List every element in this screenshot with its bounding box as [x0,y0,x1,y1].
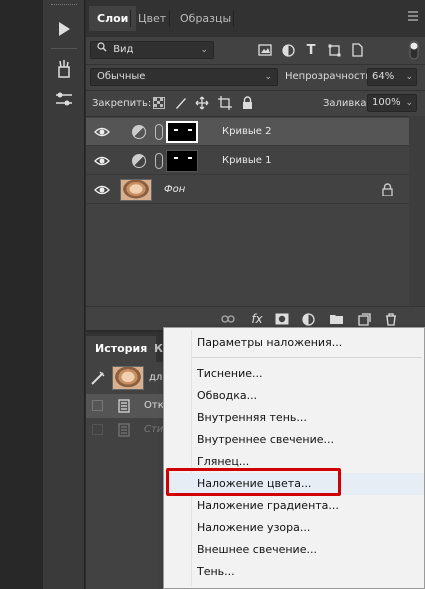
history-state-label: Сти [144,424,164,435]
menu-item-outer-glow[interactable]: Внешнее свечение... [164,539,424,561]
blend-mode-select[interactable]: Обычные ⌄ [90,68,278,86]
eye-icon[interactable] [94,155,110,167]
snapshot-thumbnail [112,366,144,390]
adjustment-layer-icon [132,125,146,139]
fill-value: 100% [372,97,401,108]
menu-item-stroke[interactable]: Обводка... [164,385,424,407]
history-state-label: Отк [144,400,164,411]
history-brush-icon[interactable] [90,370,106,386]
smart-object-filter-icon[interactable] [349,42,365,58]
panel-dock [43,0,85,589]
adjustment-layer-icon [132,154,146,168]
panel-menu-icon[interactable] [407,11,419,24]
lock-icon [382,183,393,199]
menu-item-inner-shadow[interactable]: Внутренняя тень... [164,407,424,429]
lock-position-icon[interactable] [194,95,209,110]
opacity-value: 64% [372,71,395,82]
document-icon [116,398,132,414]
layer-name[interactable]: Фон [164,184,185,195]
brushes-icon[interactable] [49,56,79,82]
layer-style-context-menu: Параметры наложения... Тиснение... Обвод… [163,327,425,589]
lock-transparency-icon[interactable] [152,96,166,110]
image-filter-icon[interactable] [257,42,273,58]
menu-item-inner-glow[interactable]: Внутреннее свечение... [164,429,424,451]
lock-artboard-icon[interactable] [217,95,232,110]
menu-item-blending-options[interactable]: Параметры наложения... [164,332,424,354]
layer-row[interactable]: Кривые 2 [86,118,409,146]
search-icon [97,42,107,58]
shape-filter-icon[interactable] [326,42,342,58]
layer-name[interactable]: Кривые 1 [222,155,271,166]
opacity-field[interactable]: 64% ⌄ [367,68,417,86]
tab-history[interactable]: История [86,336,157,362]
mask-icon[interactable] [274,311,290,327]
filter-toggle-icon[interactable] [408,40,420,60]
menu-item-drop-shadow[interactable]: Тень... [164,561,424,583]
chevron-down-icon: ⌄ [264,72,272,82]
filter-kind-value: Вид [113,44,134,55]
dock-divider [51,48,77,49]
menu-item-gradient-overlay[interactable]: Наложение градиента... [164,495,424,517]
type-filter-icon[interactable]: T [303,42,319,58]
adjustment-filter-icon[interactable] [280,42,296,58]
lock-pixels-icon[interactable] [174,96,188,110]
layer-mask-thumbnail[interactable] [166,150,198,172]
link-icon[interactable] [155,124,163,140]
fill-label: Заливка: [323,98,370,109]
menu-item-pattern-overlay[interactable]: Наложение узора... [164,517,424,539]
layer-name[interactable]: Кривые 2 [222,126,271,137]
document-icon [116,422,132,438]
adjustment-layer-icon[interactable] [300,311,316,327]
blend-mode-value: Обычные [97,71,146,82]
layer-thumbnail[interactable] [120,179,152,201]
dock-grip[interactable] [51,4,77,7]
canvas-area [0,0,43,589]
menu-item-bevel-emboss[interactable]: Тиснение... [164,363,424,385]
chevron-down-icon: ⌄ [200,45,208,55]
photoshop-window: Слои Цвет Образцы Вид ⌄ T Обычные ⌄ Непр… [0,0,425,589]
chevron-down-icon: ⌄ [405,98,413,108]
panel-divider [86,64,425,65]
eye-icon[interactable] [94,184,110,196]
layers-panel: Слои Цвет Образцы Вид ⌄ T Обычные ⌄ Непр… [86,0,425,330]
highlight-annotation [166,468,341,496]
chevron-down-icon: ⌄ [405,72,413,82]
menu-separator [192,357,422,358]
filter-kind-select[interactable]: Вид ⌄ [90,41,214,59]
history-checkbox[interactable] [92,424,103,435]
folder-icon[interactable] [328,311,344,327]
tab-divider [233,10,234,27]
layers-tabbar: Слои Цвет Образцы [86,0,425,37]
fx-icon[interactable]: fx [246,311,268,327]
lock-label: Закрепить: [92,98,152,109]
layers-scrollbar[interactable] [409,116,425,312]
snapshot-label: дл [149,372,163,383]
tab-divider [169,10,170,27]
history-checkbox[interactable] [92,400,103,411]
panel-divider [86,90,425,91]
link-icon[interactable] [155,153,163,169]
lock-all-icon[interactable] [240,95,254,110]
layer-row[interactable]: Кривые 1 [86,147,409,175]
fill-field[interactable]: 100% ⌄ [367,94,417,112]
eye-icon[interactable] [94,126,110,138]
opacity-label: Непрозрачность: [285,71,375,82]
link-icon[interactable] [220,311,236,327]
layer-row[interactable]: Фон [86,176,409,204]
tab-swatches[interactable]: Образцы [172,6,239,31]
panel-divider [86,116,425,117]
adjustments-icon[interactable] [49,86,79,112]
tab-color[interactable]: Цвет [130,6,174,31]
play-icon[interactable] [49,16,79,42]
layer-mask-thumbnail[interactable] [166,121,198,143]
new-layer-icon[interactable] [356,311,372,327]
trash-icon[interactable] [383,311,399,327]
